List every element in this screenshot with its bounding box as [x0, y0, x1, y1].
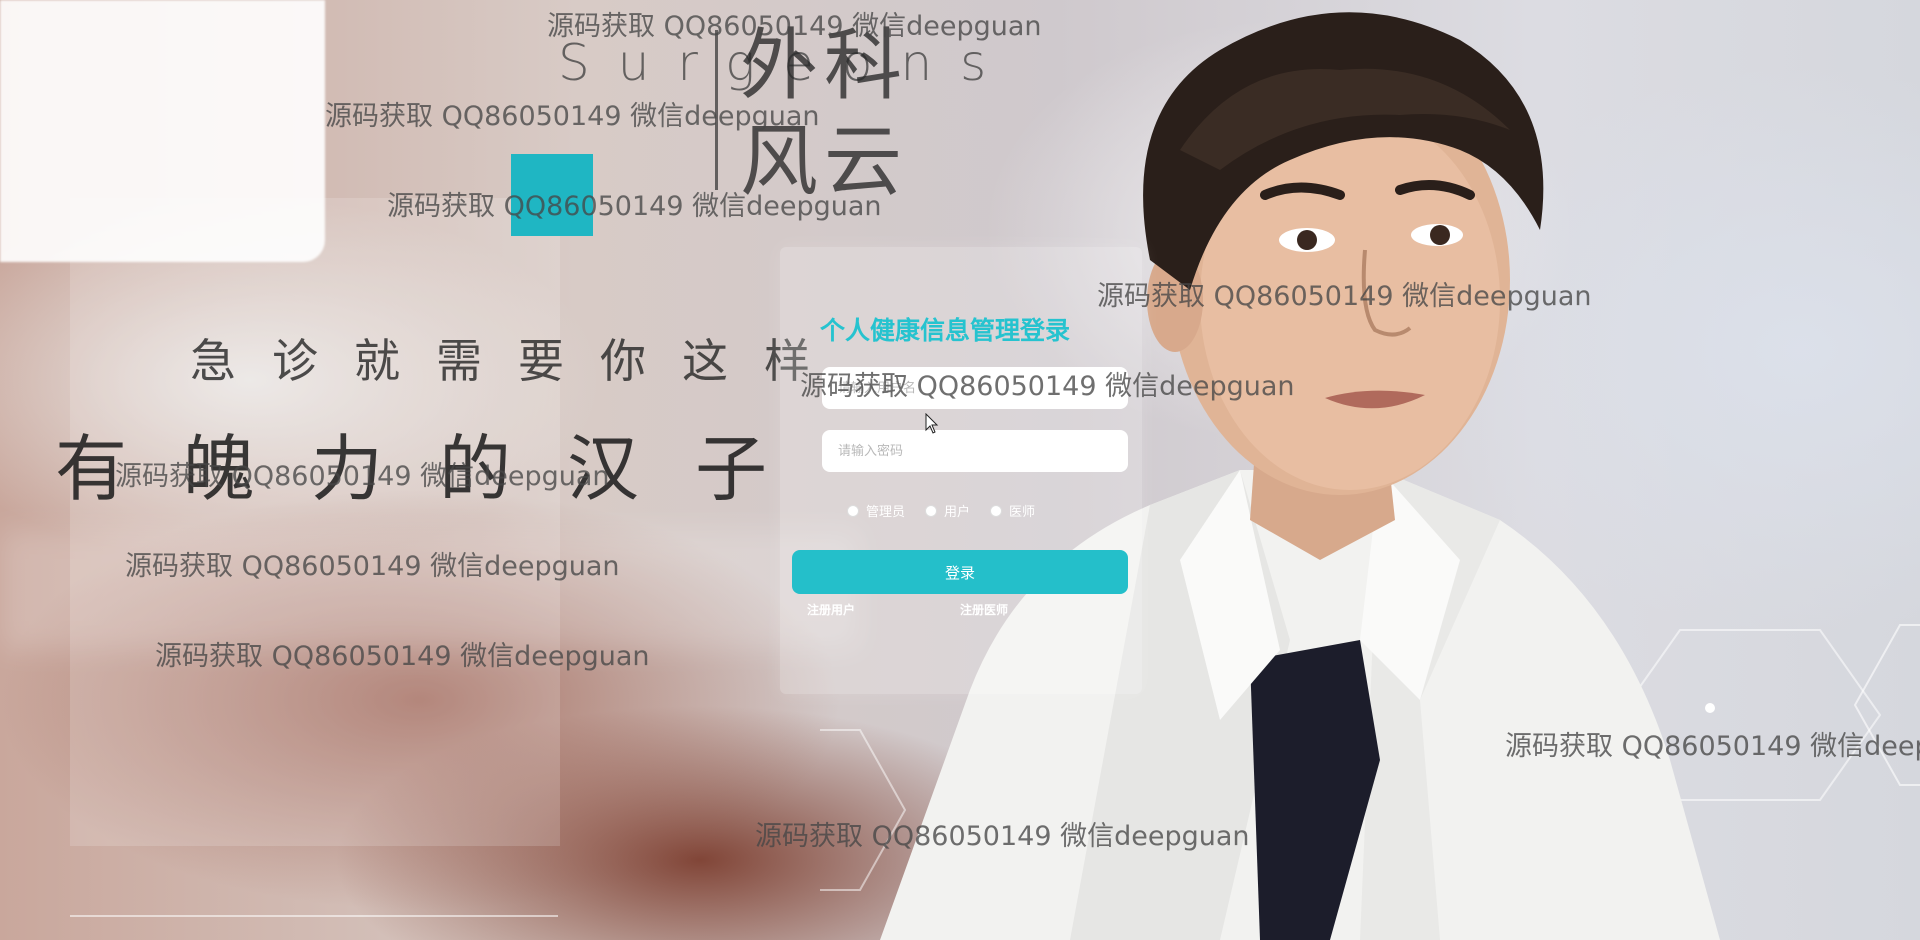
brand-divider	[715, 30, 718, 190]
password-input[interactable]	[822, 430, 1128, 472]
role-option-user[interactable]: 用户	[925, 501, 970, 520]
brand-accent-square	[511, 154, 593, 236]
radio-icon[interactable]	[847, 504, 859, 517]
login-button[interactable]: 登录	[792, 550, 1128, 594]
role-label: 用户	[944, 505, 971, 520]
background-glass-panel	[70, 198, 560, 846]
brand-title-line2: 风云	[740, 117, 909, 207]
register-doctor-link[interactable]: 注册医师	[960, 601, 1008, 618]
role-label: 医师	[1009, 505, 1036, 520]
username-input[interactable]	[822, 367, 1128, 409]
role-option-admin[interactable]: 管理员	[847, 501, 905, 520]
login-title: 个人健康信息管理登录	[820, 316, 1071, 345]
brand-english-name: Surgeons	[558, 18, 986, 108]
radio-icon[interactable]	[925, 504, 938, 517]
role-radio-group: 管理员 用户 医师	[847, 501, 1035, 520]
register-user-link[interactable]: 注册用户	[807, 601, 855, 618]
slogan-line1: 急诊就需要你这样	[190, 334, 846, 388]
brand-title: 外科 风云	[740, 18, 908, 210]
radio-icon[interactable]	[990, 504, 1003, 517]
divider-line	[70, 915, 558, 917]
role-label: 管理员	[866, 505, 906, 520]
slogan-line2: 有魄力的汉子	[55, 427, 824, 511]
role-option-doctor[interactable]: 医师	[990, 501, 1035, 520]
brand-title-line1: 外科	[740, 21, 909, 111]
login-form: 个人健康信息管理登录 管理员 用户 医师 登录 注册用户 注册医师	[780, 247, 1142, 694]
mouse-cursor-icon	[925, 413, 939, 434]
